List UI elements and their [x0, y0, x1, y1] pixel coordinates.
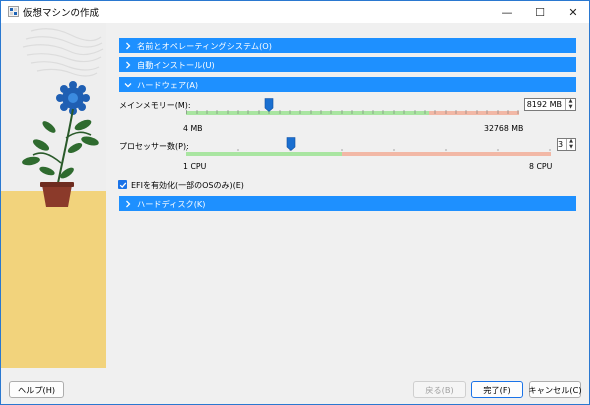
checkmark-icon [119, 181, 126, 188]
plant-illustration [1, 23, 106, 368]
chevron-down-icon [119, 77, 137, 92]
spin-down-icon[interactable]: ▼ [567, 144, 575, 151]
spin-arrows[interactable]: ▲ ▼ [566, 139, 575, 150]
title-bar: 仮想マシンの作成 — ☐ ✕ [1, 1, 589, 23]
close-icon: ✕ [568, 5, 578, 19]
finish-button[interactable]: 完了(F) [471, 381, 523, 398]
processors-spinbox[interactable]: 3 ▲ ▼ [557, 138, 576, 151]
button-bar: ヘルプ(H) 戻る(B) 完了(F) キャンセル(C) [1, 368, 589, 404]
maximize-icon: ☐ [535, 5, 545, 19]
maximize-button[interactable]: ☐ [524, 1, 556, 23]
spin-arrows[interactable]: ▲ ▼ [565, 99, 575, 110]
section-label: ハードディスク(K) [137, 198, 206, 209]
efi-label[interactable]: EFIを有効化(一部のOSのみ)(E) [131, 180, 244, 191]
processors-tick-marks [186, 149, 551, 151]
window-title: 仮想マシンの作成 [23, 8, 100, 19]
section-label: 名前とオペレーティングシステム(O) [137, 40, 272, 51]
processors-max-label: 8 CPU [529, 162, 553, 171]
memory-slider[interactable] [186, 95, 519, 119]
minimize-icon: — [501, 5, 513, 19]
spin-down-icon[interactable]: ▼ [566, 104, 575, 111]
section-label: 自動インストール(U) [137, 59, 215, 70]
processors-min-label: 1 CPU [183, 162, 207, 171]
create-vm-dialog: 仮想マシンの作成 — ☐ ✕ 名前とオペレーティングシステム(O) 自動インスト… [0, 0, 590, 405]
memory-tick-marks [186, 110, 519, 114]
processors-value: 3 [558, 140, 564, 149]
section-label: ハードウェア(A) [137, 79, 199, 90]
memory-value: 8192 MB [526, 100, 562, 109]
memory-slider-thumb[interactable] [264, 98, 274, 112]
chevron-right-icon [119, 196, 137, 211]
chevron-right-icon [119, 57, 137, 72]
section-hard-disk[interactable]: ハードディスク(K) [119, 196, 576, 211]
section-name-and-os[interactable]: 名前とオペレーティングシステム(O) [119, 38, 576, 53]
memory-label: メインメモリー(M): [119, 101, 191, 110]
close-button[interactable]: ✕ [557, 1, 589, 23]
processors-label: プロセッサー数(P): [119, 142, 189, 151]
wizard-illustration [1, 23, 106, 368]
wizard-content: 名前とオペレーティングシステム(O) 自動インストール(U) ハードウェア(A)… [106, 23, 589, 368]
cancel-button[interactable]: キャンセル(C) [528, 381, 582, 398]
section-hardware[interactable]: ハードウェア(A) [119, 77, 576, 92]
memory-min-label: 4 MB [183, 124, 203, 133]
chevron-right-icon [119, 38, 137, 53]
processors-slider-thumb[interactable] [286, 137, 296, 151]
efi-checkbox[interactable] [118, 180, 127, 189]
back-button[interactable]: 戻る(B) [413, 381, 466, 398]
memory-spinbox[interactable]: 8192 MB ▲ ▼ [524, 98, 576, 111]
virtualbox-icon [8, 6, 19, 17]
memory-max-label: 32768 MB [484, 124, 524, 133]
minimize-button[interactable]: — [491, 1, 523, 23]
section-unattended-install[interactable]: 自動インストール(U) [119, 57, 576, 72]
help-button[interactable]: ヘルプ(H) [9, 381, 64, 398]
processors-slider[interactable] [186, 136, 551, 160]
